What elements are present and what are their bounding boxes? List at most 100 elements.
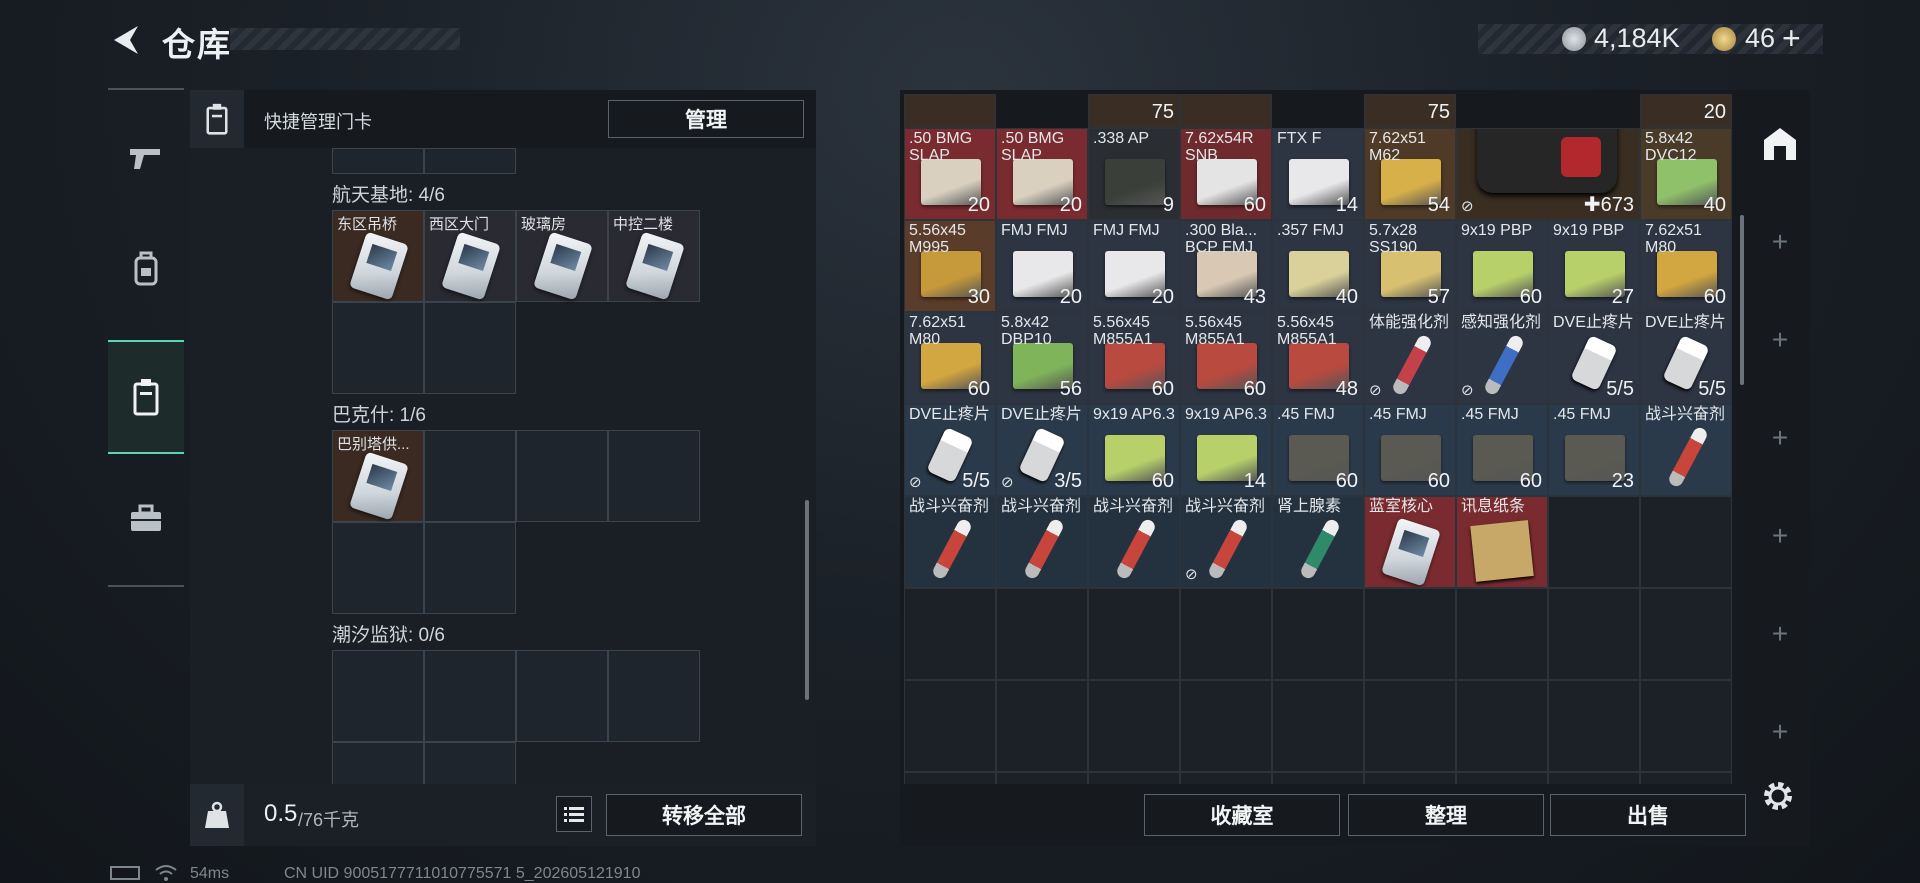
keycard-slot-empty[interactable]: [424, 522, 516, 614]
grid-slot-empty[interactable]: [904, 772, 996, 784]
grid-slot-empty[interactable]: [1272, 588, 1364, 680]
grid-slot-empty[interactable]: [1088, 772, 1180, 784]
list-view-button[interactable]: [556, 796, 592, 832]
grid-slot-empty[interactable]: [1272, 680, 1364, 772]
keycard-slot[interactable]: 玻璃房: [516, 210, 608, 302]
nav-backpack[interactable]: [108, 230, 184, 306]
warehouse-item[interactable]: 5.56x45 M855A1 60: [1180, 312, 1272, 404]
warehouse-item[interactable]: 7.62x54R SNB 60: [1180, 128, 1272, 220]
back-arrow-icon[interactable]: [108, 22, 144, 58]
warehouse-item[interactable]: 5.56x45 M995 30: [904, 220, 996, 312]
grid-slot-empty[interactable]: [1640, 772, 1732, 784]
warehouse-item[interactable]: 5.56x45 M855A1 60: [1088, 312, 1180, 404]
warehouse-item[interactable]: 感知强化剂 ⊘: [1456, 312, 1548, 404]
grid-item-partial[interactable]: 75: [1364, 94, 1456, 128]
warehouse-item[interactable]: 9x19 PBP 60: [1456, 220, 1548, 312]
warehouse-item[interactable]: .45 FMJ 60: [1364, 404, 1456, 496]
warehouse-item[interactable]: 5.8x42 DVC12 40: [1640, 128, 1732, 220]
warehouse-item[interactable]: 7.62x51 M80 60: [1640, 220, 1732, 312]
add-warehouse-tab-button[interactable]: +: [1750, 716, 1810, 748]
grid-slot-empty[interactable]: [1364, 588, 1456, 680]
keycard-slot-empty[interactable]: [332, 148, 424, 174]
warehouse-item[interactable]: .338 AP 9: [1088, 128, 1180, 220]
grid-slot-empty[interactable]: [1088, 680, 1180, 772]
grid-item-partial[interactable]: [1180, 94, 1272, 128]
warehouse-item[interactable]: 7.62x51 M80 60: [904, 312, 996, 404]
settings-gear-icon[interactable]: [1760, 778, 1796, 814]
warehouse-item[interactable]: 战斗兴奋剂 ⊘: [1180, 496, 1272, 588]
warehouse-grid[interactable]: 75 75 20 .50 BMG SLAP 20 .50 BMG SLAP 20 .338 A…: [904, 94, 1734, 784]
keycard-slot-empty[interactable]: [424, 302, 516, 394]
sort-button[interactable]: 整理: [1348, 794, 1544, 836]
grid-slot-empty[interactable]: [1180, 680, 1272, 772]
grid-item-partial[interactable]: 20: [1640, 94, 1732, 128]
nav-weapons[interactable]: [108, 120, 184, 196]
warehouse-item[interactable]: .50 BMG SLAP 20: [904, 128, 996, 220]
grid-slot-empty[interactable]: [1364, 772, 1456, 784]
warehouse-item[interactable]: FMJ FMJ 20: [1088, 220, 1180, 312]
warehouse-item[interactable]: 9x19 AP6.3 60: [1088, 404, 1180, 496]
keycard-slot[interactable]: 中控二楼: [608, 210, 700, 302]
warehouse-item[interactable]: 战斗兴奋剂: [996, 496, 1088, 588]
grid-slot-empty[interactable]: [1180, 588, 1272, 680]
warehouse-tab-main[interactable]: [1760, 124, 1800, 164]
grid-slot-empty[interactable]: [1456, 588, 1548, 680]
warehouse-item[interactable]: FTX F 14: [1272, 128, 1364, 220]
transfer-all-button[interactable]: 转移全部: [606, 794, 802, 836]
grid-slot-empty[interactable]: [904, 680, 996, 772]
warehouse-item[interactable]: 7.62x51 M62 54: [1364, 128, 1456, 220]
sell-button[interactable]: 出售: [1550, 794, 1746, 836]
keycard-list-scrollbar[interactable]: [805, 500, 809, 700]
grid-slot-empty[interactable]: [904, 588, 996, 680]
warehouse-item[interactable]: DVE止疼片 5/5 ⊘: [904, 404, 996, 496]
grid-slot-empty[interactable]: [1640, 680, 1732, 772]
grid-slot-empty[interactable]: [1640, 588, 1732, 680]
warehouse-item[interactable]: .45 FMJ 23: [1548, 404, 1640, 496]
grid-slot-empty[interactable]: [1364, 680, 1456, 772]
keycard-slot-empty[interactable]: [332, 650, 424, 742]
grid-slot-empty[interactable]: [996, 680, 1088, 772]
nav-keycards[interactable]: [108, 340, 184, 454]
grid-slot-empty[interactable]: [1456, 772, 1548, 784]
warehouse-item[interactable]: 讯息纸条: [1456, 496, 1548, 588]
warehouse-item[interactable]: 战斗兴奋剂: [1088, 496, 1180, 588]
keycard-slot-empty[interactable]: [608, 650, 700, 742]
warehouse-item[interactable]: .45 FMJ 60: [1456, 404, 1548, 496]
warehouse-item[interactable]: 战斗兴奋剂: [1640, 404, 1732, 496]
add-warehouse-tab-button[interactable]: +: [1750, 226, 1810, 258]
add-warehouse-tab-button[interactable]: +: [1750, 618, 1810, 650]
keycard-slot-empty[interactable]: [424, 430, 516, 522]
grid-item-partial[interactable]: 75: [1088, 94, 1180, 128]
warehouse-item[interactable]: DVE止疼片 3/5 ⊘: [996, 404, 1088, 496]
warehouse-item[interactable]: 9x19 PBP 27: [1548, 220, 1640, 312]
add-warehouse-tab-button[interactable]: +: [1750, 422, 1810, 454]
warehouse-item[interactable]: 战斗兴奋剂: [904, 496, 996, 588]
keycard-list[interactable]: 航天基地: 4/6 东区吊桥 西区大门 玻璃房 中控二楼 巴克什: 1/6 巴别…: [190, 148, 800, 784]
grid-slot-empty[interactable]: [1548, 680, 1640, 772]
warehouse-item[interactable]: 5.56x45 M855A1 48: [1272, 312, 1364, 404]
warehouse-item[interactable]: DVE止疼片 5/5: [1640, 312, 1732, 404]
keycard-slot-empty[interactable]: [424, 148, 516, 174]
grid-slot-empty[interactable]: [1456, 680, 1548, 772]
warehouse-item[interactable]: FMJ FMJ 20: [996, 220, 1088, 312]
grid-slot-empty[interactable]: [996, 588, 1088, 680]
warehouse-item[interactable]: 肾上腺素: [1272, 496, 1364, 588]
keycard-slot-empty[interactable]: [332, 302, 424, 394]
warehouse-item[interactable]: 5.8x42 DBP10 56: [996, 312, 1088, 404]
add-warehouse-tab-button[interactable]: +: [1750, 324, 1810, 356]
warehouse-scrollbar[interactable]: [1740, 215, 1744, 385]
keycard-slot-empty[interactable]: [424, 650, 516, 742]
grid-slot-empty[interactable]: [1088, 588, 1180, 680]
nav-toolbox[interactable]: [108, 480, 184, 556]
grid-slot-empty[interactable]: [996, 772, 1088, 784]
warehouse-item[interactable]: 体能强化剂 ⊘: [1364, 312, 1456, 404]
grid-slot-empty[interactable]: [1548, 772, 1640, 784]
keycard-slot-empty[interactable]: [608, 430, 700, 522]
collection-room-button[interactable]: 收藏室: [1144, 794, 1340, 836]
grid-slot-empty[interactable]: [1272, 772, 1364, 784]
manage-button[interactable]: 管理: [608, 100, 804, 138]
warehouse-item[interactable]: 蓝室核心: [1364, 496, 1456, 588]
grid-slot-empty[interactable]: [1548, 496, 1640, 588]
keycard-slot-empty[interactable]: [424, 742, 516, 784]
warehouse-item[interactable]: .357 FMJ 40: [1272, 220, 1364, 312]
